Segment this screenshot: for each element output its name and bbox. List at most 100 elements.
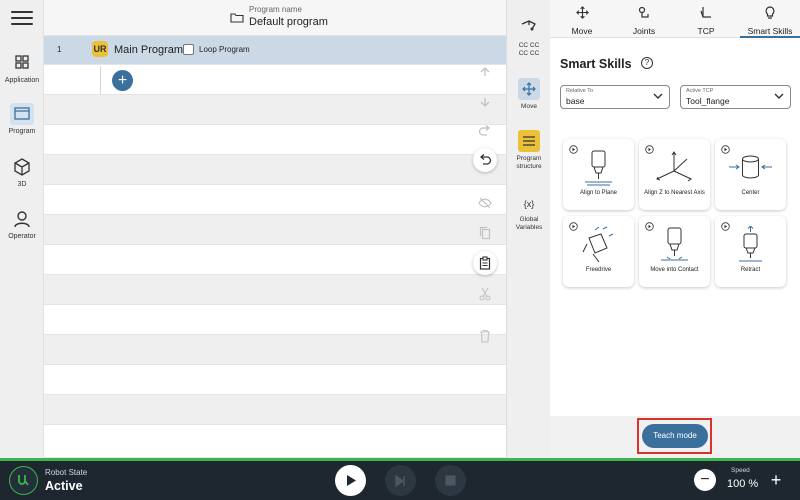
- stop-icon: [445, 475, 456, 486]
- skill-label: Retract: [740, 267, 761, 273]
- skill-card-center[interactable]: Center: [715, 139, 786, 210]
- tree-row: [44, 155, 506, 185]
- skill-label: Align to Plane: [579, 190, 618, 196]
- left-navigation: Application Program 3D Operator: [0, 0, 44, 458]
- dropdown-value: Tool_flange: [686, 96, 730, 106]
- palette-item-robot[interactable]: CC CC CC CC: [507, 14, 551, 58]
- ur-logo-icon: UR: [92, 41, 108, 57]
- tab-label: Move: [571, 26, 593, 36]
- teach-mode-button[interactable]: Teach mode: [642, 424, 708, 448]
- skill-card-retract[interactable]: Retract: [715, 216, 786, 287]
- tree-row: [44, 125, 506, 155]
- tab-joints[interactable]: Joints: [616, 0, 672, 38]
- menu-icon[interactable]: [11, 11, 33, 27]
- palette-item-move[interactable]: Move: [507, 78, 551, 111]
- skill-label: Center: [741, 190, 760, 196]
- move-into-contact-icon: [661, 227, 688, 261]
- panel-title: Smart Skills: [560, 57, 632, 71]
- skill-label: Freedrive: [585, 267, 612, 273]
- skill-card-move-into-contact[interactable]: Move into Contact: [639, 216, 710, 287]
- chevron-down-icon: [653, 93, 663, 99]
- folder-icon[interactable]: [230, 12, 244, 23]
- variables-icon: {x}: [523, 199, 535, 209]
- scissors-icon: [479, 287, 491, 301]
- move-icon: [518, 78, 540, 100]
- undo-button[interactable]: [473, 148, 497, 172]
- skill-card-align-to-plane[interactable]: Align to Plane: [563, 139, 634, 210]
- skill-card-freedrive[interactable]: Freedrive: [563, 216, 634, 287]
- skill-card-align-z[interactable]: Align Z to Nearest Axis: [639, 139, 710, 210]
- chevron-down-icon: [774, 93, 784, 99]
- trash-icon: [480, 329, 490, 343]
- program-node-main[interactable]: 1 UR Main Program Loop Program: [44, 36, 506, 65]
- relative-to-dropdown[interactable]: Relative To base: [560, 85, 670, 109]
- arrow-up-icon: [480, 67, 490, 76]
- tree-row: [44, 365, 506, 395]
- tree-row: [44, 245, 506, 275]
- tab-smart-skills[interactable]: Smart Skills: [740, 0, 800, 38]
- palette-item-global-variables[interactable]: {x} Global Variables: [507, 193, 551, 232]
- program-tree: 1 UR Main Program Loop Program +: [44, 36, 506, 458]
- copy-button[interactable]: [473, 221, 497, 245]
- tree-row: [44, 185, 506, 215]
- robot-state-caption: Robot State: [45, 468, 88, 477]
- palette-label: Global Variables: [515, 216, 543, 231]
- undo-icon: [479, 154, 492, 165]
- tree-row: [44, 95, 506, 125]
- cut-button[interactable]: [473, 282, 497, 306]
- step-button[interactable]: [385, 465, 416, 496]
- copy-icon: [479, 226, 491, 240]
- center-icon: [729, 155, 772, 179]
- move-down-button[interactable]: [473, 90, 497, 114]
- tab-tcp[interactable]: TCP: [678, 0, 734, 38]
- redo-icon: [478, 125, 491, 136]
- axis-icon: [656, 151, 692, 182]
- clipboard-icon: [479, 256, 491, 270]
- paste-button[interactable]: [473, 251, 497, 275]
- add-node-button[interactable]: +: [112, 70, 133, 91]
- speed-caption: Speed: [731, 467, 750, 474]
- palette-label: Move: [521, 103, 537, 110]
- speed-decrease-button[interactable]: −: [694, 469, 716, 491]
- active-tcp-dropdown[interactable]: Active TCP Tool_flange: [680, 85, 791, 109]
- redo-button[interactable]: [473, 119, 497, 143]
- joints-icon: [638, 6, 649, 18]
- tab-label: Joints: [632, 26, 656, 36]
- nav-label: Program: [8, 128, 36, 135]
- program-name[interactable]: Default program: [249, 16, 328, 28]
- loop-program-checkbox[interactable]: [183, 44, 194, 55]
- nav-item-program[interactable]: Program: [0, 103, 44, 149]
- status-bar: Robot State Active − Speed 100 % +: [0, 458, 800, 500]
- palette-label: Program structure: [516, 155, 542, 170]
- nav-item-application[interactable]: Application: [0, 52, 44, 98]
- tree-row: [44, 305, 506, 335]
- nav-item-3d[interactable]: 3D: [0, 156, 44, 202]
- skill-label: Move into Contact: [650, 267, 699, 273]
- palette-item-program-structure[interactable]: Program structure: [507, 130, 551, 171]
- tree-row: [44, 335, 506, 365]
- play-button[interactable]: [335, 465, 366, 496]
- main-program-label: Main Program: [114, 44, 184, 56]
- tab-move[interactable]: Move: [554, 0, 610, 38]
- skill-label: Align Z to Nearest Axis: [644, 190, 705, 196]
- arrow-down-icon: [480, 98, 490, 107]
- list-icon: [518, 130, 540, 152]
- help-icon[interactable]: ?: [641, 57, 653, 69]
- speed-value: 100 %: [727, 478, 759, 490]
- tree-row: [44, 215, 506, 245]
- tree-row: [44, 395, 506, 425]
- stop-button[interactable]: [435, 465, 466, 496]
- speed-increase-button[interactable]: +: [766, 469, 786, 491]
- tree-row: [44, 275, 506, 305]
- nav-item-operator[interactable]: Operator: [0, 208, 44, 254]
- skip-icon: [394, 474, 405, 487]
- move-up-button[interactable]: [473, 60, 497, 84]
- tab-label: TCP: [697, 26, 715, 36]
- robot-arm-icon: [518, 14, 540, 36]
- nav-label: Operator: [8, 233, 36, 240]
- delete-button[interactable]: [473, 324, 497, 348]
- node-palette: CC CC CC CC Move Program structure {x} G…: [506, 0, 550, 458]
- tab-bar: Move Joints TCP Smart Skills: [550, 0, 800, 38]
- line-number: 1: [57, 45, 62, 54]
- hide-button[interactable]: [473, 191, 497, 215]
